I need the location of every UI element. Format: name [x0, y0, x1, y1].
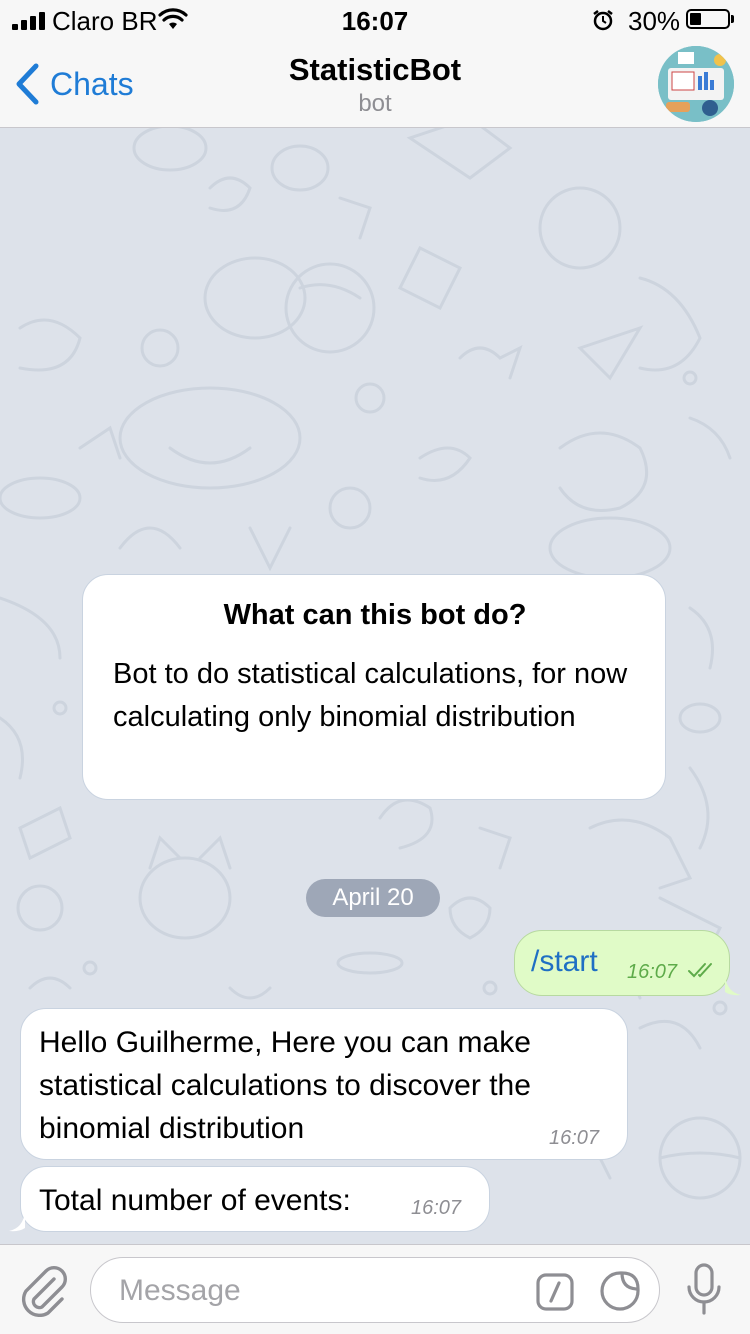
bot-info-card: What can this bot do? Bot to do statisti…: [82, 574, 666, 800]
message-input[interactable]: [117, 1268, 521, 1314]
avatar-image: [658, 46, 734, 122]
battery-level: [690, 13, 701, 25]
battery-percent: 30%: [628, 6, 681, 36]
slash-command-icon[interactable]: [535, 1272, 575, 1312]
chat-area[interactable]: What can this bot do? Bot to do statisti…: [0, 128, 750, 1244]
message-input-bar: [0, 1244, 750, 1334]
sticker-icon[interactable]: [599, 1270, 641, 1312]
message-time: 16:07: [549, 1127, 600, 1149]
chat-header: Chats StatisticBot bot: [0, 40, 750, 128]
outgoing-message[interactable]: /start 16:07: [514, 930, 741, 996]
chat-subtitle: bot: [358, 90, 392, 117]
message-field[interactable]: [90, 1257, 660, 1323]
bubble-tail: [9, 1212, 25, 1232]
message-time: 16:07: [627, 961, 678, 983]
date-separator: April 20: [306, 879, 440, 917]
message-text[interactable]: /start: [531, 945, 598, 979]
message-text: Total number of events:: [39, 1184, 351, 1217]
alarm-icon: [593, 10, 613, 31]
status-bar: Claro BR 16:07 30%: [0, 0, 750, 40]
double-check-icon: [688, 963, 712, 978]
message-text: Hello Guilherme, Here you can make stati…: [39, 1026, 531, 1145]
battery-nub: [731, 15, 734, 23]
message-time: 16:07: [411, 1197, 462, 1219]
bot-info-description: Bot to do statistical calculations, for …: [113, 658, 628, 733]
incoming-message[interactable]: Total number of events: 16:07: [9, 1166, 490, 1232]
battery-icon: [686, 9, 730, 29]
microphone-icon[interactable]: [686, 1263, 722, 1317]
paperclip-icon[interactable]: [18, 1265, 68, 1317]
bot-avatar[interactable]: [658, 46, 734, 122]
bubble-tail: [725, 976, 741, 996]
bot-info-title: What can this bot do?: [223, 599, 527, 631]
incoming-message[interactable]: Hello Guilherme, Here you can make stati…: [20, 1008, 628, 1160]
chat-title: StatisticBot: [288, 52, 462, 87]
